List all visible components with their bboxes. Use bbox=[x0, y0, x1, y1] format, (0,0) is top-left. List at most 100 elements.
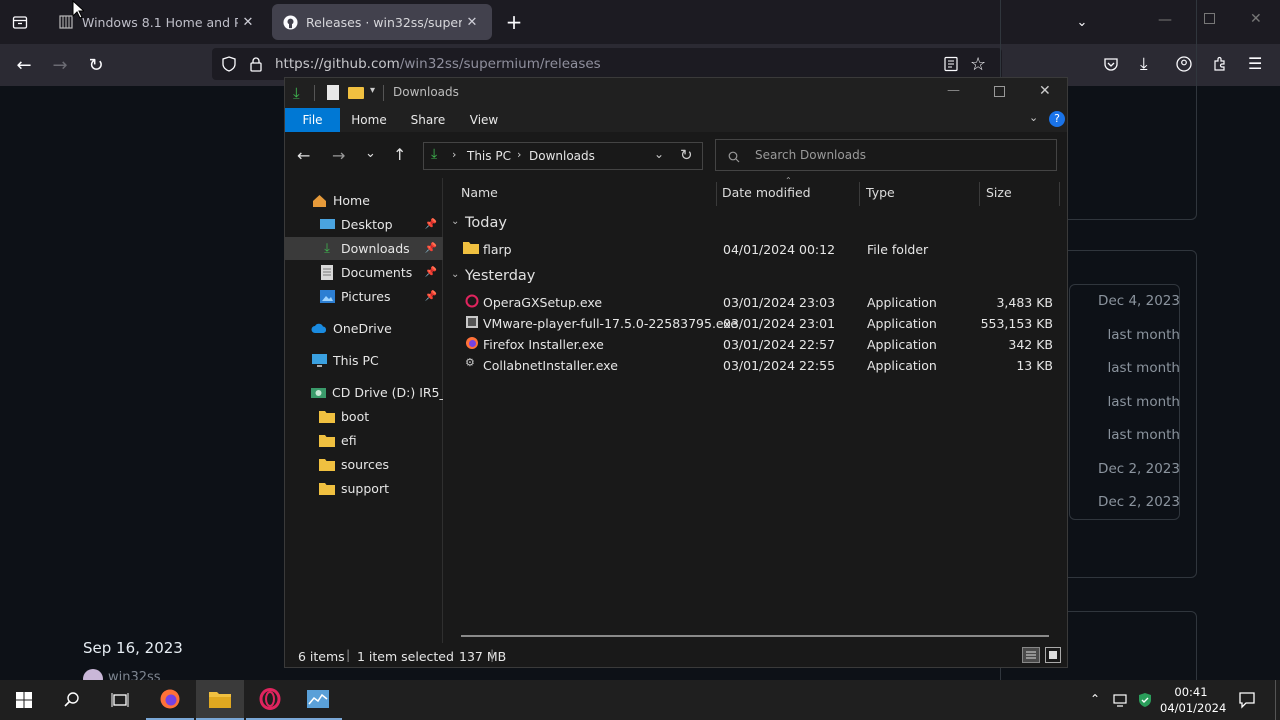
minimize-button[interactable]: — bbox=[947, 83, 960, 98]
notifications-icon[interactable] bbox=[1238, 691, 1256, 713]
close-tab-icon[interactable]: ✕ bbox=[238, 15, 258, 30]
sidebar-item-support[interactable]: support bbox=[285, 477, 443, 500]
column-header-name[interactable]: Name bbox=[461, 185, 498, 200]
url-text[interactable]: https://github.com/win32ss/supermium/rel… bbox=[275, 56, 601, 72]
tab-list-icon[interactable] bbox=[4, 6, 36, 38]
lock-icon[interactable] bbox=[249, 56, 263, 76]
opera-gx-taskbar-icon[interactable] bbox=[246, 680, 294, 720]
breadcrumb-this-pc[interactable]: This PC bbox=[467, 149, 511, 163]
refresh-icon[interactable]: ↻ bbox=[680, 146, 693, 164]
horizontal-scrollbar[interactable] bbox=[461, 635, 1049, 637]
file-size: 553,153 KB bbox=[980, 316, 1053, 331]
tab-home[interactable]: Home bbox=[343, 108, 395, 132]
resource-monitor-taskbar-icon[interactable] bbox=[294, 680, 342, 720]
file-row[interactable]: OperaGXSetup.exe 03/01/2024 23:03 Applic… bbox=[455, 292, 1055, 313]
large-icons-view-icon[interactable] bbox=[1045, 647, 1061, 663]
bookmark-star-icon[interactable]: ☆ bbox=[970, 54, 986, 75]
windows-security-icon[interactable] bbox=[1137, 692, 1153, 712]
extensions-icon[interactable] bbox=[1212, 56, 1228, 76]
column-header-type[interactable]: Type bbox=[866, 185, 895, 200]
new-tab-button[interactable]: + bbox=[498, 6, 530, 38]
tab-file[interactable]: File bbox=[285, 108, 340, 132]
sidebar-item-this-pc[interactable]: This PC bbox=[285, 349, 443, 372]
sidebar-item-documents[interactable]: Documents 📌 bbox=[285, 261, 443, 284]
column-divider[interactable] bbox=[859, 182, 860, 206]
sidebar-item-boot[interactable]: boot bbox=[285, 405, 443, 428]
file-date: 03/01/2024 22:57 bbox=[723, 337, 836, 352]
file-explorer-taskbar-icon[interactable] bbox=[196, 680, 244, 720]
recent-locations-icon[interactable]: ⌄ bbox=[365, 146, 376, 161]
column-divider[interactable] bbox=[1059, 182, 1060, 206]
close-tab-icon[interactable]: ✕ bbox=[462, 15, 482, 30]
help-icon[interactable]: ? bbox=[1049, 111, 1065, 127]
file-row[interactable]: Firefox Installer.exe 03/01/2024 22:57 A… bbox=[455, 334, 1055, 355]
forward-icon[interactable]: → bbox=[332, 146, 345, 165]
new-folder-icon[interactable] bbox=[348, 87, 364, 99]
shield-icon[interactable] bbox=[221, 56, 237, 76]
sidebar-item-desktop[interactable]: Desktop 📌 bbox=[285, 213, 443, 236]
start-button[interactable] bbox=[0, 680, 48, 720]
tab-share[interactable]: Share bbox=[402, 108, 454, 132]
task-view-icon[interactable] bbox=[96, 680, 144, 720]
forward-icon[interactable]: → bbox=[44, 49, 76, 81]
column-divider[interactable] bbox=[716, 182, 717, 206]
explorer-title-bar: ⤓ ▾ Downloads — ✕ bbox=[285, 78, 1067, 108]
sidebar-item-cd-drive[interactable]: CD Drive (D:) IR5_CC bbox=[285, 381, 443, 404]
chevron-down-icon[interactable]: ⌄ bbox=[654, 147, 664, 161]
firefox-taskbar-icon[interactable] bbox=[146, 680, 194, 720]
reload-icon[interactable]: ↻ bbox=[80, 49, 112, 81]
file-row[interactable]: VMware-player-full-17.5.0-22583795.exe 0… bbox=[455, 313, 1055, 334]
column-header-size[interactable]: Size bbox=[986, 185, 1012, 200]
sidebar-item-onedrive[interactable]: OneDrive bbox=[285, 317, 443, 340]
collapse-group-icon[interactable]: ⌄ bbox=[451, 269, 459, 280]
group-header-today[interactable]: Today bbox=[465, 215, 507, 231]
show-desktop-button[interactable] bbox=[1275, 680, 1276, 720]
show-hidden-icons-icon[interactable]: ⌃ bbox=[1090, 692, 1100, 706]
file-row[interactable]: ⚙ CollabnetInstaller.exe 03/01/2024 22:5… bbox=[455, 355, 1055, 376]
menu-icon[interactable]: ☰ bbox=[1248, 54, 1262, 73]
divider bbox=[314, 85, 315, 101]
sidebar-item-home[interactable]: Home bbox=[285, 189, 443, 212]
download-icon: ⤓ bbox=[431, 146, 438, 162]
details-view-icon[interactable] bbox=[1022, 647, 1040, 663]
search-box[interactable]: Search Downloads bbox=[715, 139, 1057, 171]
cd-drive-icon bbox=[311, 385, 326, 401]
tab-view[interactable]: View bbox=[458, 108, 510, 132]
sidebar-item-sources[interactable]: sources bbox=[285, 453, 443, 476]
breadcrumb-downloads[interactable]: Downloads bbox=[529, 149, 595, 163]
collapse-group-icon[interactable]: ⌄ bbox=[451, 216, 459, 227]
close-window-button[interactable]: ✕ bbox=[1039, 83, 1051, 99]
network-icon[interactable] bbox=[1113, 693, 1129, 712]
column-header-date[interactable]: Date modified bbox=[722, 185, 811, 200]
sidebar-item-efi[interactable]: efi bbox=[285, 429, 443, 452]
back-icon[interactable]: ← bbox=[8, 49, 40, 81]
group-header-yesterday[interactable]: Yesterday bbox=[465, 268, 535, 284]
address-bar[interactable]: ⤓ › This PC › Downloads ⌄ ↻ bbox=[423, 142, 703, 170]
ribbon-tabs: File Home Share View ⌄ ? bbox=[285, 108, 1067, 132]
expand-ribbon-icon[interactable]: ⌄ bbox=[1029, 111, 1038, 124]
maximize-button[interactable] bbox=[1204, 13, 1215, 24]
up-icon[interactable]: ↑ bbox=[393, 145, 406, 164]
back-icon[interactable]: ← bbox=[297, 146, 310, 165]
sidebar-item-pictures[interactable]: Pictures 📌 bbox=[285, 285, 443, 308]
pin-icon: 📌 bbox=[424, 243, 437, 254]
close-window-button[interactable]: ✕ bbox=[1250, 11, 1262, 27]
search-placeholder: Search Downloads bbox=[755, 148, 866, 162]
sidebar-item-label: OneDrive bbox=[333, 321, 392, 336]
properties-icon[interactable] bbox=[327, 85, 339, 100]
tab-releases[interactable]: Releases · win32ss/supermium ✕ bbox=[272, 4, 492, 40]
clock[interactable]: 00:41 04/01/2024 bbox=[1160, 684, 1226, 716]
quick-access-dropdown-icon[interactable]: ▾ bbox=[370, 85, 375, 96]
search-icon[interactable] bbox=[48, 680, 96, 720]
sidebar-item-downloads[interactable]: ⤓ Downloads 📌 bbox=[285, 237, 443, 260]
file-row[interactable]: flarp 04/01/2024 00:12 File folder bbox=[455, 239, 1055, 260]
column-divider[interactable] bbox=[979, 182, 980, 206]
file-date: 04/01/2024 00:12 bbox=[723, 242, 836, 257]
sort-arrow-icon: ⌃ bbox=[785, 176, 792, 185]
reader-view-icon[interactable] bbox=[943, 56, 959, 76]
windows-taskbar: ⌃ 00:41 04/01/2024 bbox=[0, 680, 1280, 720]
window-title: Downloads bbox=[393, 85, 459, 99]
file-name: flarp bbox=[483, 242, 512, 257]
file-name: CollabnetInstaller.exe bbox=[483, 358, 618, 373]
maximize-button[interactable] bbox=[994, 86, 1005, 97]
